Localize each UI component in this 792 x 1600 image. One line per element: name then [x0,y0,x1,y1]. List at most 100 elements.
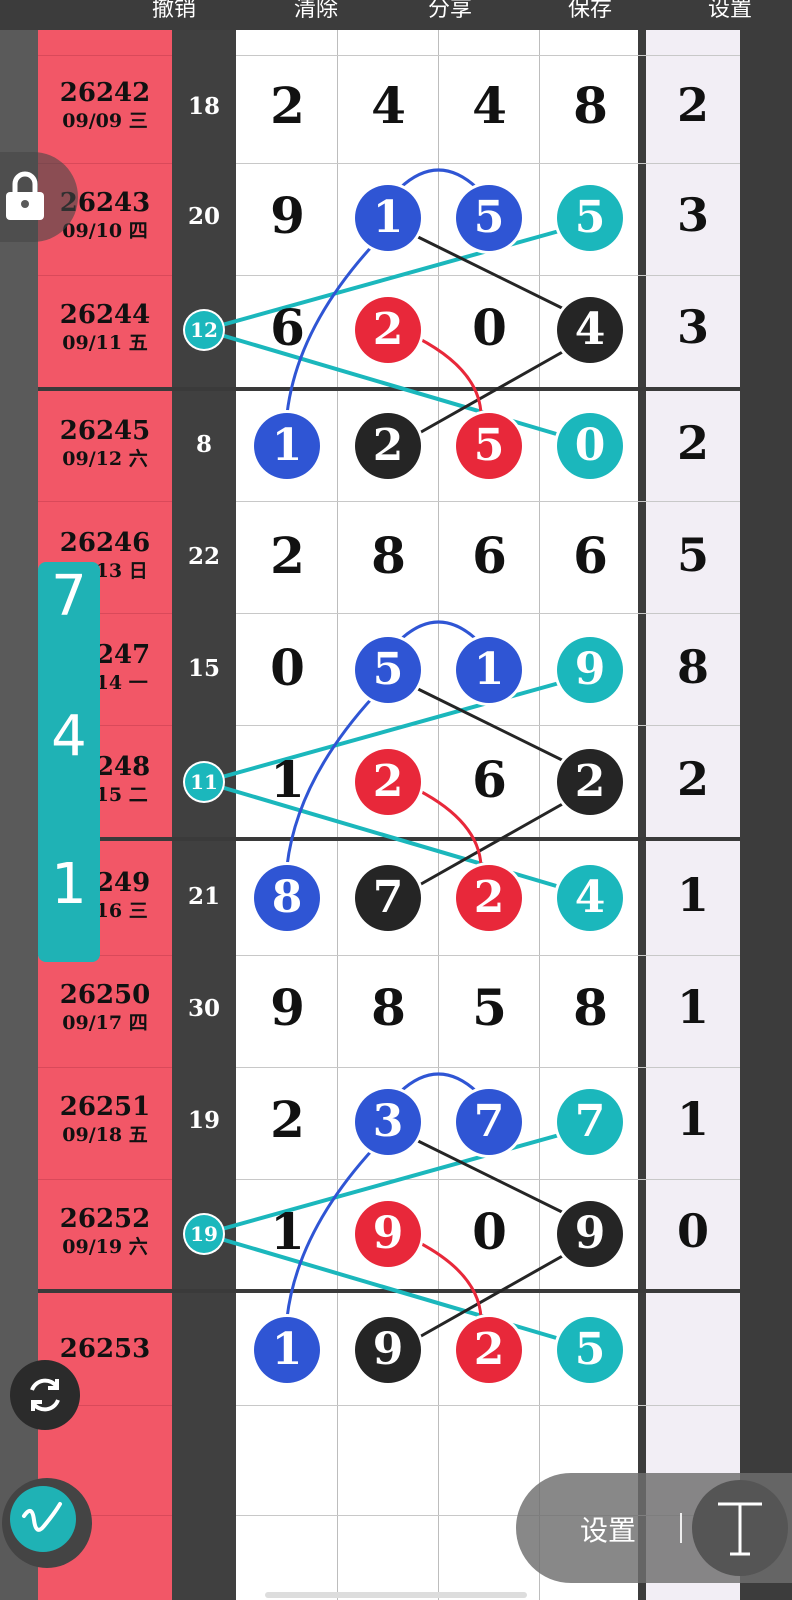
digit-cell[interactable]: 6 [439,526,540,585]
digit-cell[interactable]: 2 [237,76,338,135]
side-number: 7 [51,564,87,629]
issue-label: 26250 09/17 四 [38,980,172,1036]
digit-cell[interactable]: 8 [338,978,439,1037]
issue-number: 26251 [59,1092,151,1122]
black-ball[interactable]: 4 [557,297,623,363]
digit-cell[interactable]: 4 [338,76,439,135]
issue-number: 26246 [59,528,151,558]
issue-date: 09/09 三 [62,110,148,132]
digit-cell[interactable]: 0 [439,1202,540,1261]
sum-marker-ball[interactable]: 11 [185,763,223,801]
digit-cell[interactable]: 0 [237,638,338,697]
issue-date: 09/18 五 [62,1124,148,1146]
blue-ball[interactable]: 7 [456,1089,522,1155]
sum-value: 15 [187,655,220,682]
teal-ball[interactable]: 7 [557,1089,623,1155]
lock-icon [6,171,44,220]
blue-ball[interactable]: 3 [355,1089,421,1155]
lock-button[interactable] [0,152,78,242]
teal-ball[interactable]: 9 [557,637,623,703]
refresh-button[interactable] [10,1360,80,1430]
black-ball[interactable]: 2 [355,413,421,479]
blue-ball[interactable]: 1 [456,637,522,703]
teal-ball[interactable]: 5 [557,1317,623,1383]
extra-digit: 1 [676,868,709,922]
blue-ball[interactable]: 5 [355,637,421,703]
issue-label: 26242 09/09 三 [38,78,172,134]
digit-cell[interactable]: 1 [237,750,338,809]
digit-cell[interactable]: 6 [540,526,641,585]
pill-divider [680,1513,682,1543]
sum-marker-ball[interactable]: 12 [185,311,223,349]
digit-cell[interactable]: 2 [237,526,338,585]
digit-cell[interactable]: 6 [237,298,338,357]
connector-line [398,168,479,190]
text-cursor-icon [718,1502,762,1556]
blue-ball[interactable]: 8 [254,865,320,931]
pen-button[interactable] [2,1478,92,1568]
sum-value: 22 [187,543,220,570]
digit-cell[interactable]: 9 [237,186,338,245]
issue-number: 26242 [59,78,151,108]
connector-line [398,1072,479,1094]
issue-number: 26252 [59,1204,151,1234]
extra-digit: 0 [676,1204,709,1258]
digit-cell[interactable]: 5 [439,978,540,1037]
red-ball[interactable]: 9 [355,1201,421,1267]
digit-cell[interactable]: 9 [237,978,338,1037]
black-ball[interactable]: 2 [557,749,623,815]
digit-cell[interactable]: 1 [237,1202,338,1261]
digit-cell[interactable]: 8 [540,978,641,1037]
red-ball[interactable]: 2 [355,297,421,363]
digit-cell[interactable]: 8 [540,76,641,135]
red-ball[interactable]: 2 [456,865,522,931]
black-ball[interactable]: 9 [355,1317,421,1383]
sum-value: 8 [195,431,212,458]
sum-value: 21 [187,883,220,910]
digit-cell[interactable]: 2 [237,1090,338,1149]
teal-ball[interactable]: 0 [557,413,623,479]
issue-date: 09/12 六 [62,448,148,470]
teal-ball[interactable]: 4 [557,865,623,931]
issue-date: 09/11 五 [62,332,148,354]
pen-icon [22,1502,62,1532]
blue-ball[interactable]: 1 [254,413,320,479]
issue-number: 26250 [59,980,151,1010]
issue-date: 09/19 六 [62,1236,148,1258]
extra-digit: 1 [676,1092,709,1146]
refresh-icon [30,1378,60,1412]
settings-label[interactable]: 设置 [580,1509,636,1549]
teal-ball[interactable]: 5 [557,185,623,251]
black-ball[interactable]: 9 [557,1201,623,1267]
sum-value: 20 [187,203,220,230]
extra-digit: 2 [676,78,709,132]
extra-digit: 3 [676,188,709,242]
extra-digit: 2 [676,752,709,806]
digit-cell[interactable]: 6 [439,750,540,809]
black-ball[interactable]: 7 [355,865,421,931]
digit-cell[interactable]: 4 [439,76,540,135]
issue-number: 26245 [59,416,151,446]
sum-value: 19 [187,1107,220,1134]
side-number: 1 [51,852,87,917]
extra-digit: 8 [676,640,709,694]
sum-marker-ball[interactable]: 19 [185,1215,223,1253]
connector-line [398,620,479,642]
extra-digit: 3 [676,300,709,354]
digit-cell[interactable]: 8 [338,526,439,585]
blue-ball[interactable]: 1 [254,1317,320,1383]
red-ball[interactable]: 5 [456,413,522,479]
text-tool-button[interactable] [692,1480,788,1576]
red-ball[interactable]: 2 [456,1317,522,1383]
side-number-panel[interactable]: 7 4 1 [38,562,100,962]
digit-cell[interactable]: 0 [439,298,540,357]
issue-label: 26252 09/19 六 [38,1204,172,1260]
extra-digit: 2 [676,416,709,470]
sum-value: 30 [187,995,220,1022]
blue-ball[interactable]: 5 [456,185,522,251]
blue-ball[interactable]: 1 [355,185,421,251]
side-number: 4 [51,704,87,769]
issue-number: 26244 [59,300,151,330]
red-ball[interactable]: 2 [355,749,421,815]
extra-digit: 5 [676,528,709,582]
